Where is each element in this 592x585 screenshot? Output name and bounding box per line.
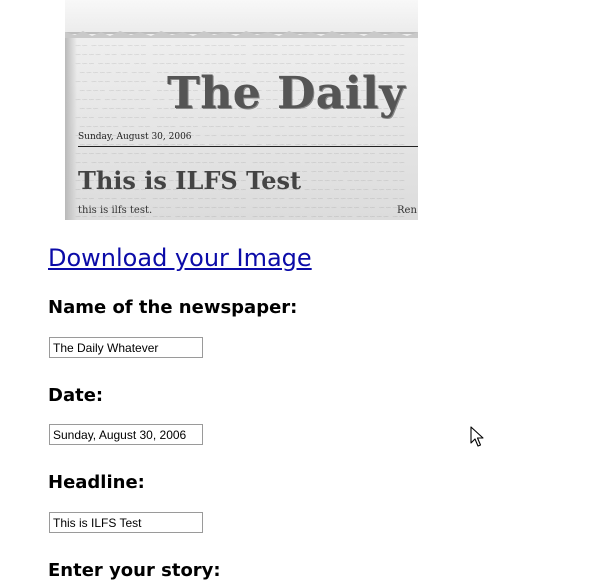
newspaper-date: Sunday, August 30, 2006 (78, 132, 192, 142)
paper-top-edge (65, 0, 418, 34)
newspaper-masthead: The Daily W (167, 68, 418, 119)
newspaper-divider (78, 146, 418, 147)
date-input[interactable] (49, 424, 203, 445)
headline-input[interactable] (49, 512, 203, 533)
headline-label: Headline: (48, 472, 145, 493)
story-label: Enter your story: (48, 560, 221, 581)
newspaper-name-input[interactable] (49, 337, 203, 358)
mouse-pointer-icon (470, 426, 484, 447)
newspaper-story: this is ilfs test. (78, 205, 153, 216)
download-image-link[interactable]: Download your Image (48, 244, 312, 272)
page: ~~~ ~~~~ ~~ ~~~~~ ~~~ ~~~~ ~~ ~~~~ ~~~~ … (0, 0, 592, 585)
newspaper-preview-image: ~~~ ~~~~ ~~ ~~~~~ ~~~ ~~~~ ~~ ~~~~ ~~~~ … (65, 0, 418, 220)
date-label: Date: (48, 385, 104, 406)
newspaper-headline: This is ILFS Test (78, 166, 302, 195)
newspaper-name-label: Name of the newspaper: (48, 297, 298, 318)
newspaper-cut-off-word: Ren (397, 205, 417, 216)
